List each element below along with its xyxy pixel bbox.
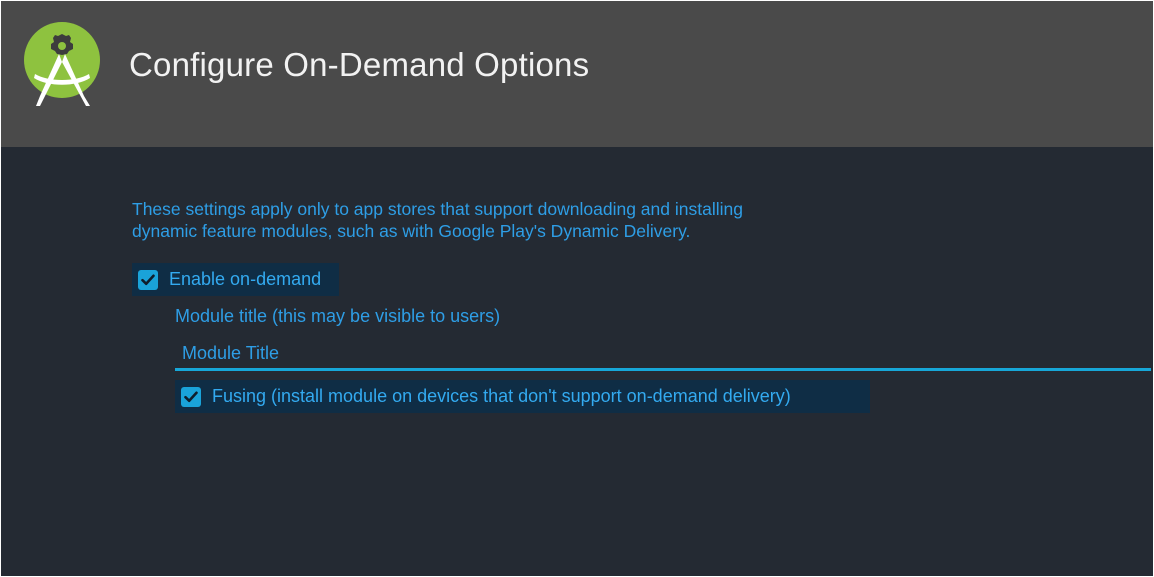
module-title-label: Module title (this may be visible to use… <box>175 306 501 326</box>
dialog-title: Configure On-Demand Options <box>129 46 590 83</box>
dialog-window: Configure On-Demand Options These settin… <box>1 1 1153 576</box>
enable-on-demand-checkbox[interactable]: Enable on-demand <box>132 263 339 296</box>
android-studio-logo-icon <box>24 22 100 106</box>
settings-description: These settings apply only to app stores … <box>132 198 892 242</box>
fusing-checkbox[interactable]: Fusing (install module on devices that d… <box>175 380 870 413</box>
checkbox-checked-icon[interactable] <box>181 386 201 407</box>
fusing-label: Fusing (install module on devices that d… <box>212 386 791 406</box>
checkbox-checked-icon[interactable] <box>138 269 158 290</box>
dialog-header: Configure On-Demand Options <box>1 1 1153 147</box>
description-line-2: dynamic feature modules, such as with Go… <box>132 221 691 241</box>
module-title-input[interactable] <box>175 339 1151 371</box>
enable-on-demand-label: Enable on-demand <box>169 269 322 289</box>
description-line-1: These settings apply only to app stores … <box>132 199 743 219</box>
